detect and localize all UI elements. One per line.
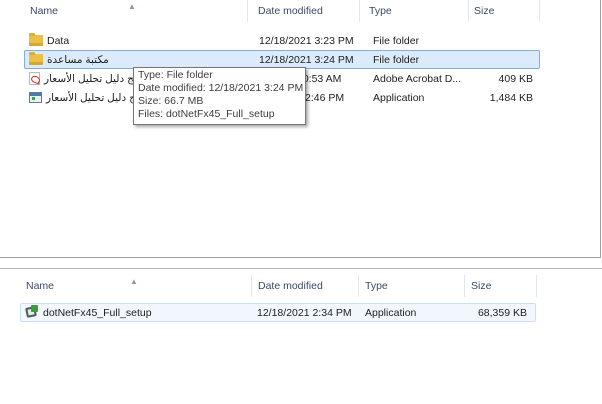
- file-name-cell: Data: [29, 32, 249, 51]
- pane-separator: [0, 258, 602, 268]
- folder-icon: [29, 32, 43, 46]
- file-type: File folder: [373, 35, 420, 47]
- column-header-name-label: Name: [26, 280, 55, 292]
- file-size: 1,484 KB: [489, 92, 533, 104]
- column-header-size-label: Size: [471, 280, 492, 292]
- column-header-name[interactable]: ▲ Name: [20, 275, 252, 297]
- file-name: Data: [47, 35, 70, 47]
- file-size: 68,359 KB: [477, 307, 527, 319]
- installer-icon: [25, 305, 39, 319]
- column-header-name[interactable]: ▲ Name: [24, 0, 248, 22]
- column-header-size[interactable]: Size: [468, 0, 540, 22]
- column-header-date-label: Date modified: [258, 280, 323, 292]
- sort-arrow-icon: ▲: [128, 2, 136, 11]
- tooltip-date-modified: Date modified: 12/18/2021 3:24 PM: [138, 82, 304, 94]
- file-list-pane-top[interactable]: ▲ Name Date modified Type Size Data 12/1…: [0, 0, 601, 258]
- file-date: 2:46 PM: [305, 92, 345, 104]
- file-name-cell: dotNetFx45_Full_setup: [25, 304, 245, 323]
- column-header-type-label: Type: [365, 280, 388, 292]
- column-header-type[interactable]: Type: [363, 0, 469, 22]
- file-date: 12/18/2021 2:34 PM: [257, 307, 352, 319]
- column-header-date[interactable]: Date modified: [252, 275, 359, 297]
- file-size: 409 KB: [498, 73, 533, 85]
- column-header-size[interactable]: Size: [465, 275, 537, 297]
- column-header-row: ▲ Name Date modified Type Size: [0, 275, 602, 297]
- column-header-type-label: Type: [369, 5, 392, 17]
- file-type: Adobe Acrobat D...: [373, 73, 462, 85]
- column-header-row: ▲ Name Date modified Type Size: [0, 0, 600, 22]
- folder-info-tooltip: Type: File folder Date modified: 12/18/2…: [133, 67, 306, 125]
- file-name: dotNetFx45_Full_setup: [43, 307, 152, 319]
- file-type: Application: [373, 92, 425, 104]
- file-row-data-folder[interactable]: Data 12/18/2021 3:23 PM File folder: [24, 31, 540, 50]
- folder-icon: [29, 51, 43, 65]
- file-name: مكتبة مساعدة: [47, 54, 109, 66]
- file-row-dotnet-setup[interactable]: dotNetFx45_Full_setup 12/18/2021 2:34 PM…: [20, 303, 536, 322]
- application-icon: [29, 91, 42, 103]
- tooltip-type: Type: File folder: [138, 69, 213, 81]
- file-size: [467, 51, 533, 70]
- file-date: 10:53 AM: [297, 73, 342, 85]
- column-header-type[interactable]: Type: [359, 275, 465, 297]
- file-list-pane-bottom[interactable]: ▲ Name Date modified Type Size dotNetFx4…: [0, 268, 602, 404]
- file-type: Application: [365, 307, 417, 319]
- file-type: File folder: [373, 54, 420, 66]
- column-header-date[interactable]: Date modified: [252, 0, 360, 22]
- column-header-size-label: Size: [474, 5, 495, 17]
- tooltip-size: Size: 66.7 MB: [138, 95, 204, 107]
- tooltip-files: Files: dotNetFx45_Full_setup: [138, 108, 275, 120]
- column-header-name-label: Name: [30, 5, 59, 17]
- file-date: 12/18/2021 3:23 PM: [259, 35, 354, 47]
- column-header-date-label: Date modified: [258, 5, 323, 17]
- file-size: [467, 32, 533, 51]
- pdf-icon: [29, 71, 40, 85]
- sort-arrow-icon: ▲: [130, 277, 138, 286]
